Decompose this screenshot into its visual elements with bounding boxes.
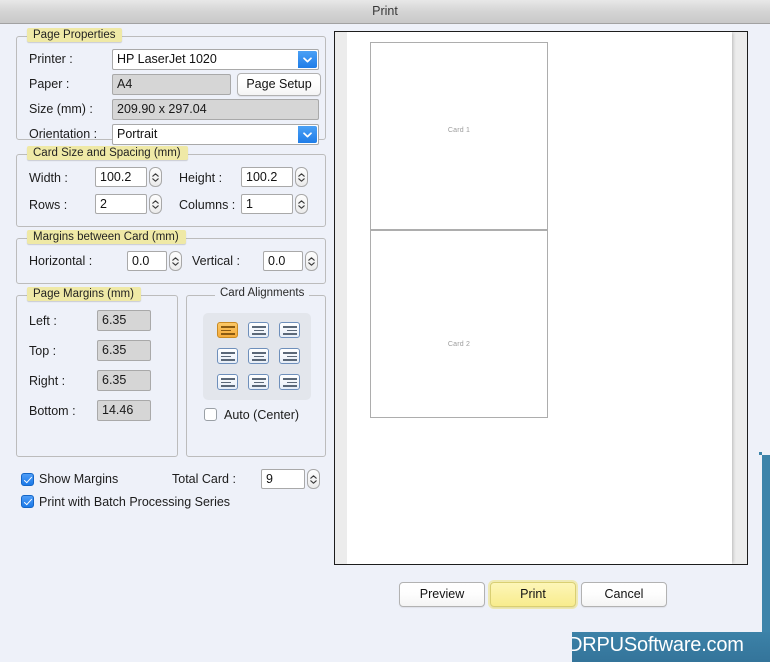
print-preview-pane[interactable]: Card 1 Card 2 (334, 31, 748, 565)
print-button[interactable]: Print (490, 582, 576, 607)
align-bottom-center-icon[interactable] (248, 374, 269, 390)
preview-card-1-label: Card 1 (447, 127, 471, 134)
group-card-alignments-label: Card Alignments (215, 287, 310, 299)
show-margins-checkbox[interactable] (21, 473, 34, 486)
preview-button[interactable]: Preview (399, 582, 485, 607)
bottom-margin-field[interactable]: 14.46 (97, 400, 151, 421)
vertical-value: 0.0 (268, 254, 286, 268)
bottom-margin-value: 14.46 (102, 403, 134, 417)
page-setup-button[interactable]: Page Setup (237, 73, 321, 96)
preview-page-sheet: Card 1 Card 2 (347, 32, 732, 564)
top-margin-value: 6.35 (102, 343, 127, 357)
window-titlebar: Print (0, 0, 770, 24)
height-label: Height : (179, 171, 223, 185)
drpu-watermark: DRPUSoftware.com (572, 632, 770, 662)
width-stepper[interactable] (149, 167, 162, 187)
preview-card-1: Card 1 (370, 42, 548, 230)
orientation-combo[interactable]: Portrait (112, 124, 319, 145)
group-page-margins: Page Margins (mm) Left : 6.35 Top : 6.35… (16, 287, 178, 457)
vertical-label: Vertical : (192, 254, 240, 268)
align-middle-left-icon[interactable] (217, 348, 238, 364)
columns-value: 1 (246, 197, 253, 211)
settings-panel: Page Properties Printer : HP LaserJet 10… (8, 28, 326, 462)
chevron-down-icon[interactable] (298, 51, 317, 68)
total-card-value: 9 (266, 472, 273, 486)
right-margin-value: 6.35 (102, 373, 127, 387)
printer-label: Printer : (29, 52, 73, 66)
preview-gutter-left (335, 32, 347, 564)
preview-gutter-right (730, 32, 747, 564)
align-bottom-left-icon[interactable] (217, 374, 238, 390)
group-page-properties: Page Properties Printer : HP LaserJet 10… (16, 28, 326, 145)
group-page-margins-label: Page Margins (mm) (27, 287, 141, 301)
group-margins-between-card-label: Margins between Card (mm) (27, 230, 186, 244)
align-middle-right-icon[interactable] (279, 348, 300, 364)
preview-card-2-label: Card 2 (447, 341, 471, 348)
vertical-stepper[interactable] (305, 251, 318, 271)
paper-value: A4 (117, 77, 133, 91)
rows-label: Rows : (29, 198, 68, 212)
width-value: 100.2 (100, 170, 132, 184)
total-card-label: Total Card : (172, 472, 236, 486)
group-margins-between-card: Margins between Card (mm) Horizontal : 0… (16, 230, 326, 284)
size-value-field: 209.90 x 297.04 (112, 99, 319, 120)
width-input[interactable]: 100.2 (95, 167, 147, 187)
right-margin-field[interactable]: 6.35 (97, 370, 151, 391)
left-margin-field[interactable]: 6.35 (97, 310, 151, 331)
paper-label: Paper : (29, 77, 70, 91)
orientation-label: Orientation : (29, 127, 98, 141)
vertical-input[interactable]: 0.0 (263, 251, 303, 271)
top-margin-field[interactable]: 6.35 (97, 340, 151, 361)
group-card-size-spacing: Card Size and Spacing (mm) Width : 100.2… (16, 146, 326, 227)
preview-card-2: Card 2 (370, 230, 548, 418)
batch-processing-checkbox[interactable] (21, 495, 34, 508)
height-input[interactable]: 100.2 (241, 167, 293, 187)
horizontal-label: Horizontal : (29, 254, 93, 268)
size-label: Size (mm) : (29, 102, 93, 116)
size-value: 209.90 x 297.04 (117, 102, 207, 116)
group-card-size-spacing-label: Card Size and Spacing (mm) (27, 146, 188, 160)
drpu-watermark-text: DRPUSoftware.com (572, 634, 744, 656)
align-middle-center-icon[interactable] (248, 348, 269, 364)
bottom-margin-label: Bottom : (29, 404, 76, 418)
rows-stepper[interactable] (149, 194, 162, 214)
right-margin-label: Right : (29, 374, 66, 388)
window-title: Print (372, 4, 398, 18)
align-top-left-icon[interactable] (217, 322, 238, 338)
align-top-right-icon[interactable] (279, 322, 300, 338)
printer-combo[interactable]: HP LaserJet 1020 (112, 49, 319, 70)
print-dialog: Print Page Properties Printer : HP Laser… (0, 0, 770, 662)
horizontal-stepper[interactable] (169, 251, 182, 271)
align-bottom-right-icon[interactable] (279, 374, 300, 390)
show-margins-label: Show Margins (39, 472, 119, 486)
columns-input[interactable]: 1 (241, 194, 293, 214)
top-margin-label: Top : (29, 344, 57, 358)
auto-center-label: Auto (Center) (224, 408, 300, 422)
left-margin-value: 6.35 (102, 313, 127, 327)
columns-label: Columns : (179, 198, 236, 212)
alignment-grid (203, 313, 311, 400)
align-top-center-icon[interactable] (248, 322, 269, 338)
columns-stepper[interactable] (295, 194, 308, 214)
teal-edge-decoration (759, 452, 770, 640)
rows-value: 2 (100, 197, 107, 211)
horizontal-value: 0.0 (132, 254, 150, 268)
height-stepper[interactable] (295, 167, 308, 187)
cancel-button[interactable]: Cancel (581, 582, 667, 607)
chevron-down-icon[interactable] (298, 126, 317, 143)
paper-value-field: A4 (112, 74, 231, 95)
left-margin-label: Left : (29, 314, 57, 328)
printer-value: HP LaserJet 1020 (117, 52, 217, 66)
width-label: Width : (29, 171, 68, 185)
total-card-stepper[interactable] (307, 469, 320, 489)
height-value: 100.2 (246, 170, 278, 184)
rows-input[interactable]: 2 (95, 194, 147, 214)
group-card-alignments: Card Alignments Auto (Center) (186, 287, 326, 457)
batch-processing-label: Print with Batch Processing Series (39, 495, 231, 509)
orientation-value: Portrait (117, 127, 158, 141)
horizontal-input[interactable]: 0.0 (127, 251, 167, 271)
auto-center-checkbox[interactable] (204, 408, 217, 421)
group-page-properties-label: Page Properties (27, 28, 123, 42)
total-card-input[interactable]: 9 (261, 469, 305, 489)
